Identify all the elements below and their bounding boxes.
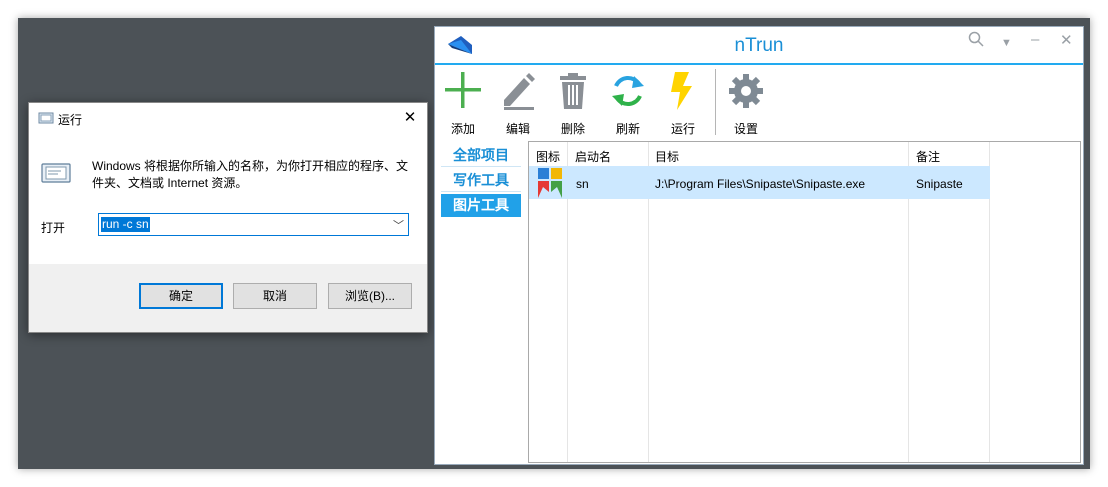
delete-label: 删除: [560, 122, 585, 136]
minimize-icon[interactable]: –: [1031, 31, 1039, 48]
column-header-note[interactable]: 备注: [916, 148, 940, 165]
refresh-button[interactable]: 刷新: [603, 65, 653, 141]
pencil-icon: [504, 73, 535, 110]
run-titlebar[interactable]: 运行 ✕: [29, 103, 427, 134]
close-icon[interactable]: ✕: [1060, 31, 1073, 49]
category-all-items[interactable]: 全部项目: [441, 144, 521, 167]
add-label: 添加: [450, 122, 475, 136]
add-button[interactable]: 添加: [438, 65, 488, 141]
category-image-tools[interactable]: 图片工具: [441, 194, 521, 217]
run-dialog-body: Windows 将根据你所输入的名称，为你打开相应的程序、文件夹、文档或 Int…: [29, 134, 427, 264]
category-writing-tools[interactable]: 写作工具: [441, 169, 521, 192]
table-row[interactable]: sn J:\Program Files\Snipaste\Snipaste.ex…: [529, 166, 990, 199]
ntrun-title: nTrun: [734, 35, 784, 56]
lightning-icon: [671, 72, 692, 110]
gear-icon: [729, 74, 763, 108]
run-dialog: 运行 ✕ Windows 将根据你所输入的名称，为你打开相应的程序、文件夹、文档…: [28, 102, 428, 333]
ntrun-titlebar[interactable]: nTrun ▼ – ✕: [435, 27, 1083, 63]
open-label: 打开: [41, 221, 66, 235]
snipaste-icon: [538, 168, 562, 198]
refresh-label: 刷新: [615, 122, 640, 136]
row-name: sn: [576, 177, 589, 191]
edit-label: 编辑: [505, 122, 530, 136]
category-list: 全部项目 写作工具 图片工具: [441, 144, 523, 219]
ok-button[interactable]: 确定: [139, 283, 223, 309]
run-description: Windows 将根据你所输入的名称，为你打开相应的程序、文件夹、文档或 Int…: [92, 159, 409, 190]
column-header-icon[interactable]: 图标: [536, 148, 560, 165]
run-app-icon: [38, 112, 54, 124]
row-note: Snipaste: [916, 177, 963, 191]
dropdown-icon[interactable]: ▼: [1001, 37, 1012, 49]
run-program-icon: [41, 163, 71, 183]
refresh-icon: [612, 76, 644, 106]
toolbar: 添加 编辑 删除 刷新 运行 设置: [435, 65, 1083, 141]
ntrun-window: nTrun ▼ – ✕ 添加 编辑 删除 刷新 运行 设置 全部项目 写作工具 …: [434, 26, 1084, 465]
launch-item-table: 图标 启动名 目标 备注 sn J:\Program Files\Snipast…: [528, 141, 1081, 463]
settings-label: 设置: [733, 122, 758, 136]
search-icon[interactable]: [968, 31, 984, 51]
toolbar-divider: [715, 69, 716, 135]
settings-button[interactable]: 设置: [721, 65, 771, 141]
run-button[interactable]: 运行: [658, 65, 708, 141]
run-dialog-title: 运行: [58, 113, 83, 127]
column-header-name[interactable]: 启动名: [575, 148, 611, 165]
chevron-down-icon[interactable]: ﹀: [393, 217, 404, 233]
browse-button[interactable]: 浏览(B)...: [328, 283, 412, 309]
run-command-value[interactable]: run -c sn: [101, 217, 150, 232]
run-command-input[interactable]: run -c sn ﹀: [98, 213, 409, 236]
plus-icon: [445, 72, 481, 108]
cancel-button[interactable]: 取消: [233, 283, 317, 309]
edit-button[interactable]: 编辑: [493, 65, 543, 141]
run-label: 运行: [670, 122, 695, 136]
trash-icon: [560, 73, 586, 109]
row-target: J:\Program Files\Snipaste\Snipaste.exe: [655, 177, 866, 191]
close-icon[interactable]: ✕: [399, 107, 421, 129]
delete-button[interactable]: 删除: [548, 65, 598, 141]
column-header-target[interactable]: 目标: [655, 148, 679, 165]
